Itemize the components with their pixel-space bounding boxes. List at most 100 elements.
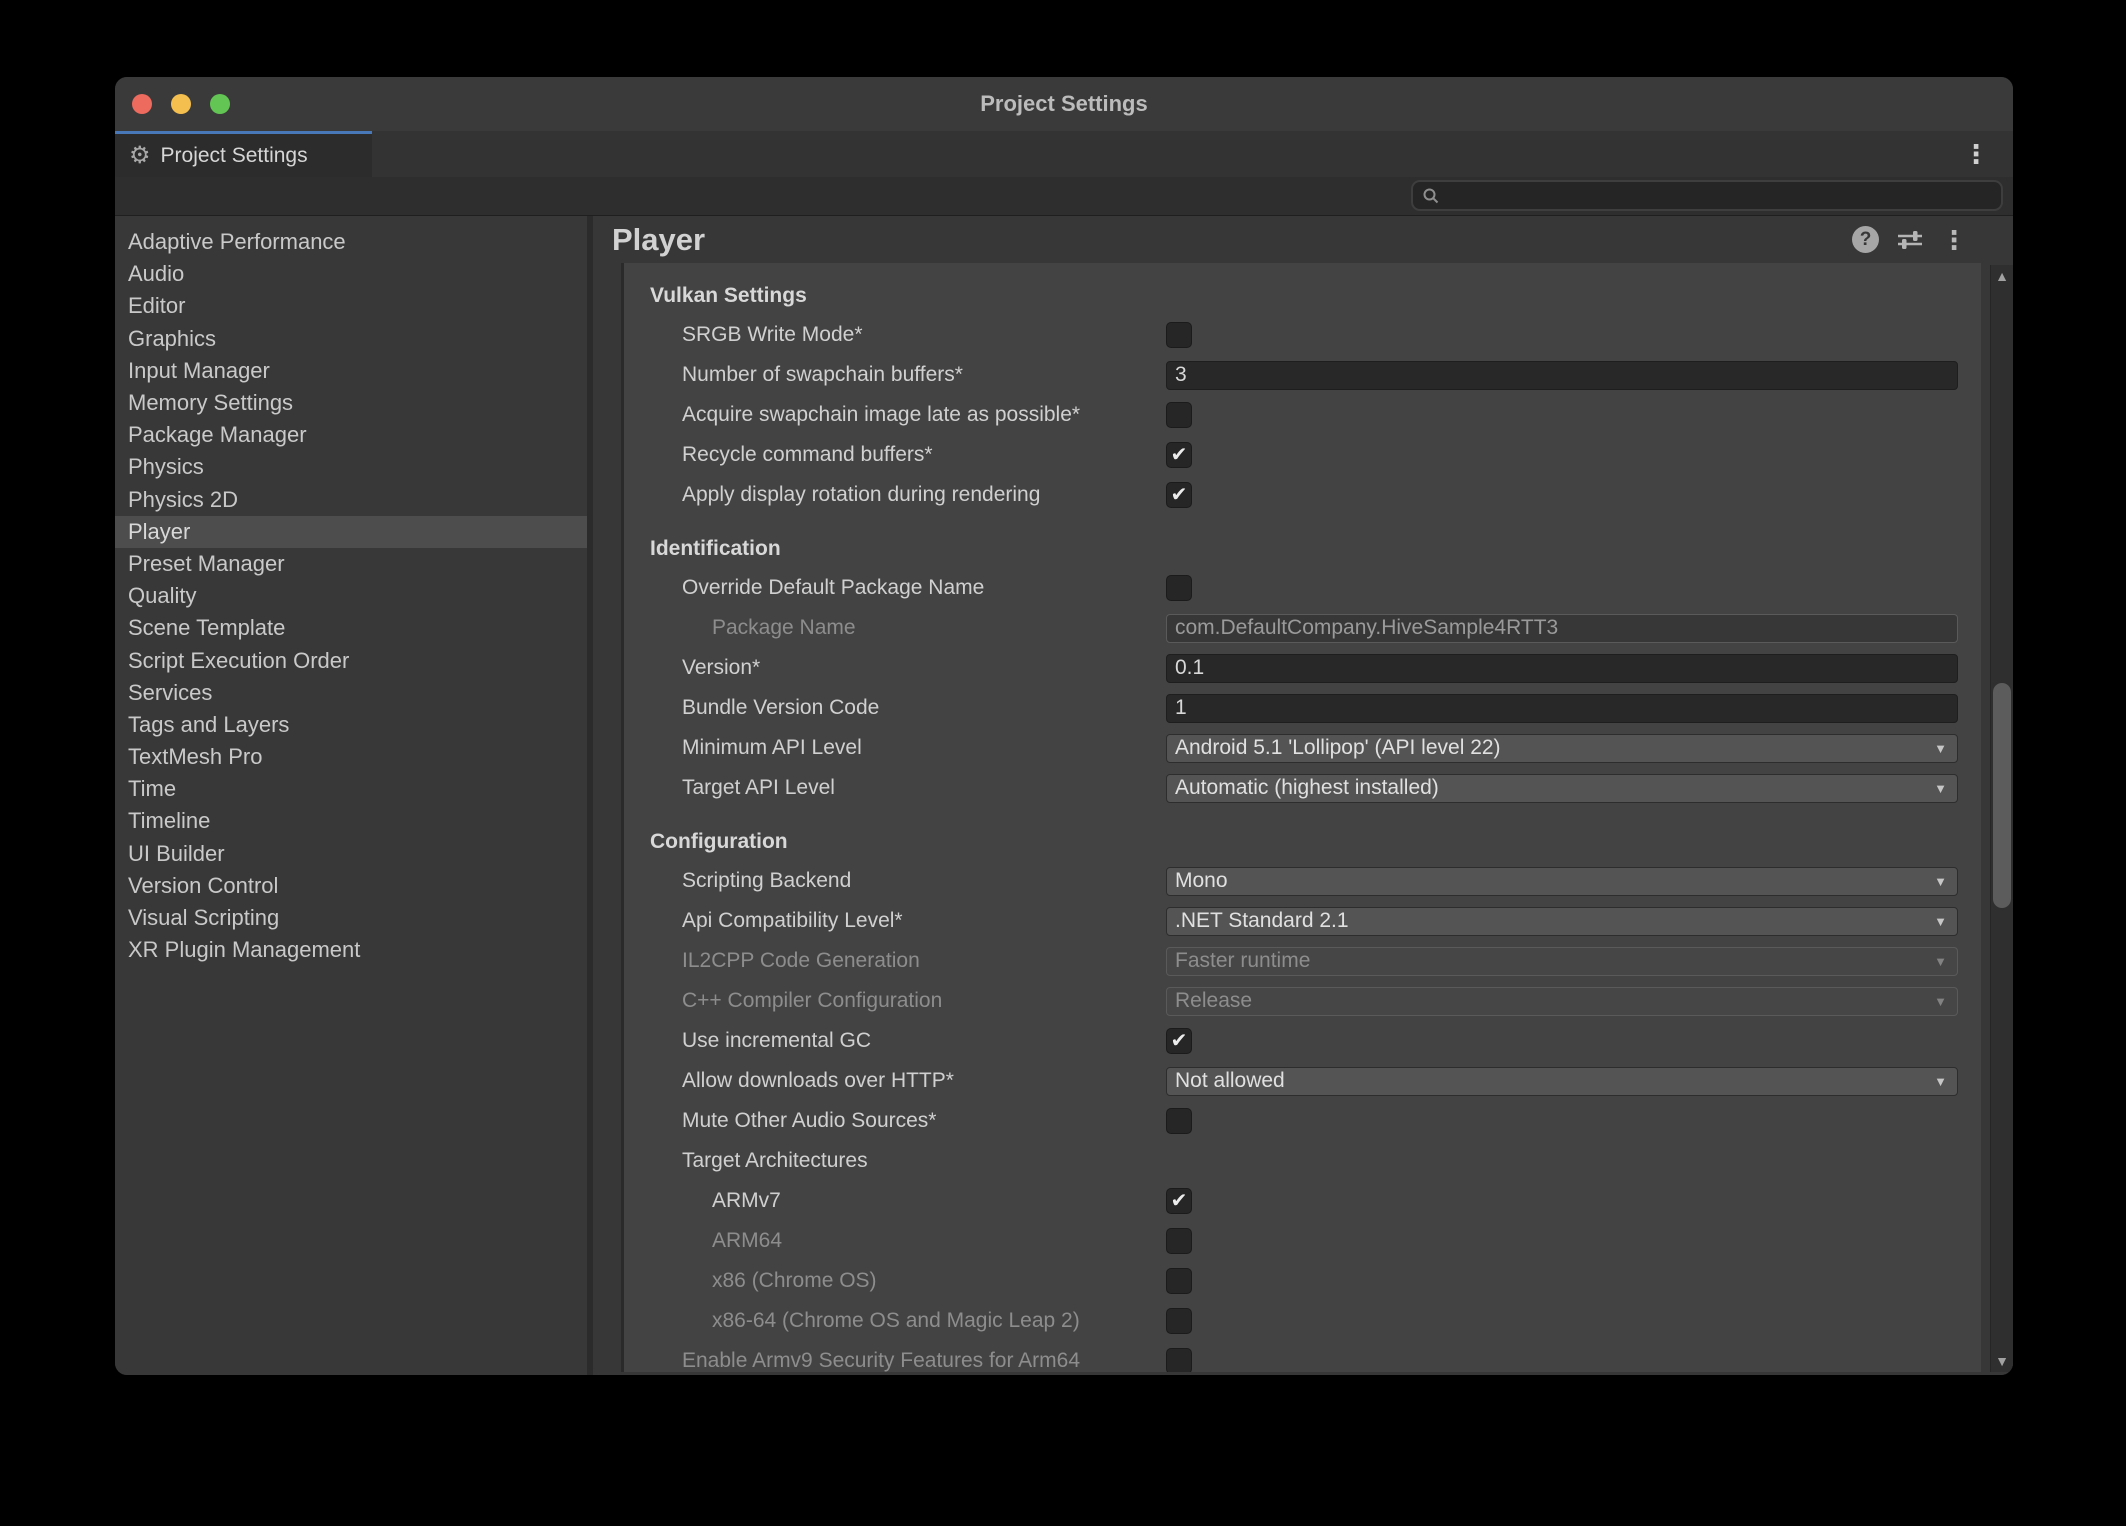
tab-menu-icon[interactable]: ⋮ (1963, 141, 1989, 167)
sidebar-item-input-manager[interactable]: Input Manager (115, 355, 587, 387)
sidebar-item-timeline[interactable]: Timeline (115, 805, 587, 837)
checkbox[interactable] (1166, 402, 1192, 428)
sidebar-item-editor[interactable]: Editor (115, 290, 587, 322)
main-pane: Player ? ⋮ Vulkan SettingsSRGB Write Mod… (593, 216, 2013, 1375)
help-icon[interactable]: ? (1852, 226, 1879, 253)
scroll-up-icon[interactable]: ▲ (1991, 269, 2013, 283)
section-configuration: ConfigurationScripting BackendMono▼Api C… (624, 823, 1981, 1372)
checkbox[interactable]: ✔ (1166, 1188, 1192, 1214)
dropdown-value: Faster runtime (1175, 949, 1310, 973)
more-options-icon[interactable]: ⋮ (1941, 227, 1967, 253)
sidebar-item-physics[interactable]: Physics (115, 451, 587, 483)
sidebar-item-ui-builder[interactable]: UI Builder (115, 838, 587, 870)
sidebar-item-scene-template[interactable]: Scene Template (115, 612, 587, 644)
sidebar-item-physics-2d[interactable]: Physics 2D (115, 484, 587, 516)
field-label: Target API Level (682, 776, 1166, 800)
sidebar-item-services[interactable]: Services (115, 677, 587, 709)
dropdown[interactable]: Automatic (highest installed)▼ (1166, 774, 1958, 803)
minimize-window-button[interactable] (171, 94, 191, 114)
field-label: Mute Other Audio Sources* (682, 1109, 1166, 1133)
search-icon (1422, 187, 1440, 205)
dropdown[interactable]: Mono▼ (1166, 867, 1958, 896)
tab-label: Project Settings (161, 144, 308, 168)
tab-project-settings[interactable]: ⚙ Project Settings (115, 131, 372, 177)
section-vulkan-settings: Vulkan SettingsSRGB Write Mode*Number of… (624, 277, 1981, 515)
dropdown[interactable]: .NET Standard 2.1▼ (1166, 907, 1958, 936)
settings-row: Allow downloads over HTTP*Not allowed▼ (624, 1061, 1981, 1101)
checkmark-icon: ✔ (1171, 1031, 1188, 1051)
field-label: Api Compatibility Level* (682, 909, 1166, 933)
dropdown-value: .NET Standard 2.1 (1175, 909, 1349, 933)
checkbox (1166, 1348, 1192, 1372)
sidebar-item-xr-plugin-management[interactable]: XR Plugin Management (115, 934, 587, 966)
sidebar-item-preset-manager[interactable]: Preset Manager (115, 548, 587, 580)
search-row (115, 177, 2013, 216)
settings-row: Api Compatibility Level*.NET Standard 2.… (624, 901, 1981, 941)
preset-icon[interactable] (1896, 228, 1924, 252)
sidebar-item-package-manager[interactable]: Package Manager (115, 419, 587, 451)
header-icons: ? ⋮ (1852, 216, 1967, 263)
dropdown-arrow-icon: ▼ (1934, 782, 1947, 795)
sidebar-item-player[interactable]: Player (115, 516, 587, 548)
settings-row: Minimum API LevelAndroid 5.1 'Lollipop' … (624, 728, 1981, 768)
text-field[interactable]: 1 (1166, 694, 1958, 723)
scrollbar-thumb[interactable] (1993, 683, 2011, 908)
content-area: Adaptive PerformanceAudioEditorGraphicsI… (115, 216, 2013, 1375)
page-title: Player (612, 222, 705, 258)
sidebar-item-adaptive-performance[interactable]: Adaptive Performance (115, 226, 587, 258)
settings-row: Acquire swapchain image late as possible… (624, 395, 1981, 435)
sidebar-item-textmesh-pro[interactable]: TextMesh Pro (115, 741, 587, 773)
section-title: Vulkan Settings (624, 277, 1981, 315)
dropdown-arrow-icon: ▼ (1934, 1075, 1947, 1088)
dropdown-arrow-icon: ▼ (1934, 995, 1947, 1008)
checkbox[interactable] (1166, 1108, 1192, 1134)
checkbox[interactable]: ✔ (1166, 442, 1192, 468)
sidebar-item-graphics[interactable]: Graphics (115, 323, 587, 355)
checkmark-icon: ✔ (1171, 445, 1188, 465)
titlebar[interactable]: Project Settings (115, 77, 2013, 131)
field-label: Number of swapchain buffers* (682, 363, 1166, 387)
checkbox[interactable]: ✔ (1166, 1028, 1192, 1054)
checkbox[interactable] (1166, 575, 1192, 601)
settings-row: Recycle command buffers*✔ (624, 435, 1981, 475)
sidebar-item-memory-settings[interactable]: Memory Settings (115, 387, 587, 419)
field-label: ARMv7 (682, 1189, 1166, 1213)
dropdown-arrow-icon: ▼ (1934, 955, 1947, 968)
sidebar-item-tags-and-layers[interactable]: Tags and Layers (115, 709, 587, 741)
sidebar-item-version-control[interactable]: Version Control (115, 870, 587, 902)
vertical-scrollbar[interactable]: ▲ ▼ (1990, 265, 2013, 1372)
dropdown: Faster runtime ▼ (1166, 947, 1958, 976)
checkbox[interactable] (1166, 322, 1192, 348)
field-label: Enable Armv9 Security Features for Arm64 (682, 1349, 1166, 1372)
sidebar-item-time[interactable]: Time (115, 773, 587, 805)
field-label: Version* (682, 656, 1166, 680)
scroll-down-icon[interactable]: ▼ (1991, 1354, 2013, 1368)
field-label: Scripting Backend (682, 869, 1166, 893)
sidebar-item-audio[interactable]: Audio (115, 258, 587, 290)
settings-row: Apply display rotation during rendering✔ (624, 475, 1981, 515)
field-label: Minimum API Level (682, 736, 1166, 760)
sidebar-item-visual-scripting[interactable]: Visual Scripting (115, 902, 587, 934)
main-header: Player ? ⋮ (593, 216, 2013, 263)
checkbox (1166, 1228, 1192, 1254)
field-label: Recycle command buffers* (682, 443, 1166, 467)
dropdown[interactable]: Not allowed▼ (1166, 1067, 1958, 1096)
field-label: Target Architectures (682, 1149, 1166, 1173)
dropdown[interactable]: Android 5.1 'Lollipop' (API level 22)▼ (1166, 734, 1958, 763)
sidebar-item-script-execution-order[interactable]: Script Execution Order (115, 644, 587, 676)
search-input[interactable] (1447, 184, 2001, 208)
search-box[interactable] (1411, 180, 2003, 211)
text-field[interactable]: 3 (1166, 361, 1958, 390)
close-window-button[interactable] (132, 94, 152, 114)
zoom-window-button[interactable] (210, 94, 230, 114)
field-label: Allow downloads over HTTP* (682, 1069, 1166, 1093)
checkbox[interactable]: ✔ (1166, 482, 1192, 508)
settings-row: Scripting BackendMono▼ (624, 861, 1981, 901)
player-settings-panel: Vulkan SettingsSRGB Write Mode*Number of… (621, 263, 1981, 1372)
checkbox (1166, 1268, 1192, 1294)
sidebar-item-quality[interactable]: Quality (115, 580, 587, 612)
text-field: com.DefaultCompany.HiveSample4RTT3 (1166, 614, 1958, 643)
settings-sidebar: Adaptive PerformanceAudioEditorGraphicsI… (115, 216, 593, 1375)
checkmark-icon: ✔ (1171, 485, 1188, 505)
text-field[interactable]: 0.1 (1166, 654, 1958, 683)
